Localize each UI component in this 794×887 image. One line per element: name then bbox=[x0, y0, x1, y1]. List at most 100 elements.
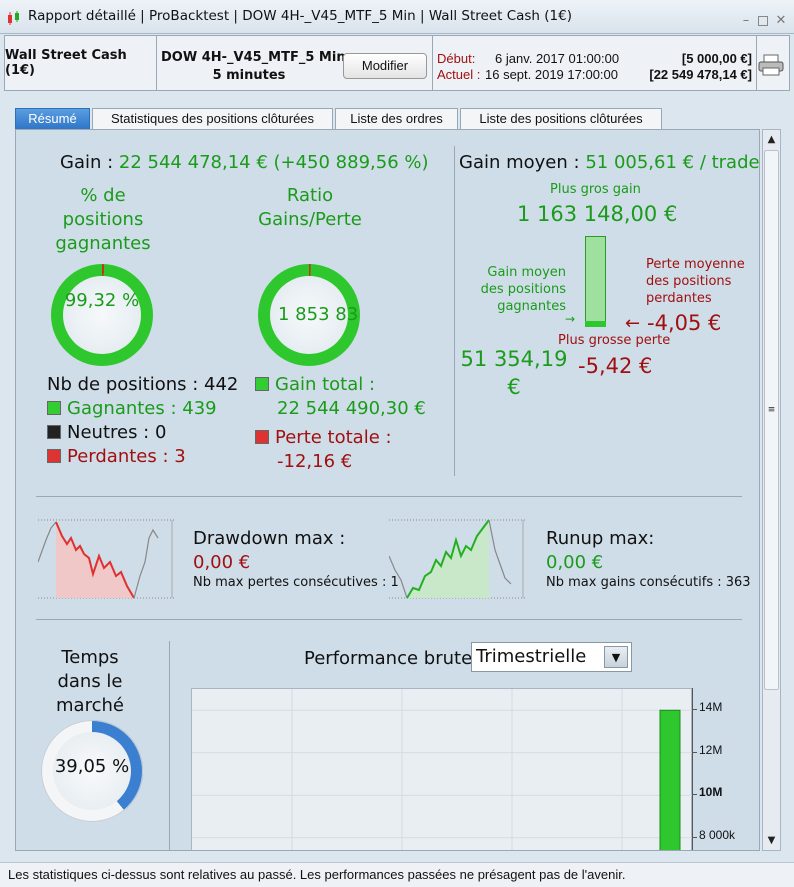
y-tick-label: 8 000k bbox=[699, 827, 736, 842]
avg-win-label: Gain moyen des positions gagnantes bbox=[480, 265, 566, 314]
y-tick-mark bbox=[692, 794, 697, 796]
biggest-gain-label: Plus gros gain bbox=[550, 182, 641, 197]
gain-line: Gain : 22 544 478,14 € (+450 889,56 %) bbox=[60, 152, 429, 173]
market-time-value: 39,05 % bbox=[54, 756, 130, 777]
market-time-title: Temps dans le marché bbox=[56, 647, 124, 716]
y-tick-mark bbox=[692, 709, 697, 711]
printer-icon[interactable] bbox=[757, 53, 785, 77]
winning-pct-title: % de positions gagnantes bbox=[55, 185, 151, 254]
y-axis-line bbox=[692, 688, 693, 850]
y-tick-label: 14M bbox=[699, 700, 723, 715]
winning-pct-gauge bbox=[51, 264, 153, 366]
modify-button[interactable]: Modifier bbox=[343, 53, 427, 79]
red-legend-icon bbox=[255, 430, 269, 444]
column-divider bbox=[454, 146, 455, 476]
avg-win-arrow: → bbox=[565, 312, 576, 326]
dropdown-arrow-icon[interactable]: ▼ bbox=[604, 646, 628, 668]
ratio-title: Ratio Gains/Perte bbox=[258, 185, 362, 230]
total-gain-value: 22 544 490,30 € bbox=[277, 398, 426, 419]
maximize-icon[interactable] bbox=[758, 16, 768, 26]
current-date: 16 sept. 2019 17:00:00 bbox=[485, 67, 619, 82]
disclaimer-footer: Les statistiques ci-dessus sont relative… bbox=[0, 862, 794, 887]
y-tick-mark bbox=[692, 836, 697, 838]
nb-positions: Nb de positions : 442 bbox=[47, 374, 239, 395]
runup-title: Runup max: bbox=[546, 528, 655, 549]
biggest-gain-value: 1 163 148,00 € bbox=[517, 202, 678, 226]
black-legend-icon bbox=[47, 425, 61, 439]
winning-count: Gagnantes : 439 bbox=[47, 398, 217, 419]
strategy-info: DOW 4H-_V45_MTF_5 Min 5 minutes Modifier bbox=[157, 36, 433, 90]
runup-value: 0,00 € bbox=[546, 552, 604, 573]
gain-label: Gain : bbox=[60, 152, 119, 173]
gain-bar bbox=[585, 236, 606, 327]
total-loss: Perte totale : bbox=[255, 427, 392, 448]
y-tick-mark bbox=[692, 751, 697, 753]
scroll-up-icon[interactable]: ▲ bbox=[764, 131, 779, 148]
losing-count-label: Perdantes : 3 bbox=[67, 446, 186, 467]
total-gain: Gain total : bbox=[255, 374, 375, 395]
avg-loss-value: -4,05 € bbox=[647, 311, 722, 335]
performance-title: Performance brute bbox=[304, 648, 473, 669]
avg-gain-value: 51 005,61 € / trade bbox=[585, 152, 760, 173]
close-icon[interactable]: ✕ bbox=[775, 14, 787, 27]
tab-summary[interactable]: Résumé bbox=[15, 108, 90, 129]
green-legend-icon bbox=[47, 401, 61, 415]
avg-gain-line: Gain moyen : 51 005,61 € / trade bbox=[459, 152, 760, 173]
performance-chart bbox=[192, 689, 693, 850]
vertical-scrollbar[interactable]: ▲ ≡ ▼ bbox=[762, 129, 781, 851]
window-title: Rapport détaillé | ProBacktest | DOW 4H-… bbox=[28, 8, 572, 24]
red-legend-icon bbox=[47, 449, 61, 463]
scroll-thumb[interactable] bbox=[764, 150, 779, 690]
current-label: Actuel : bbox=[437, 67, 481, 82]
avg-loss-arrow: ← bbox=[625, 313, 641, 334]
winning-pct-value: 99,32 % bbox=[64, 290, 140, 311]
period-select-value: Trimestrielle bbox=[476, 646, 587, 667]
drawdown-title: Drawdown max : bbox=[193, 528, 346, 549]
start-label: Début: bbox=[437, 51, 476, 66]
winning-count-label: Gagnantes : 439 bbox=[67, 398, 217, 419]
column-divider bbox=[169, 641, 170, 850]
performance-bar bbox=[659, 709, 681, 850]
y-tick-label: 12M bbox=[699, 742, 723, 757]
app-candlestick-icon bbox=[8, 11, 19, 25]
avg-gain-label: Gain moyen : bbox=[459, 152, 586, 173]
scroll-down-icon[interactable]: ▼ bbox=[764, 832, 779, 849]
drawdown-value: 0,00 € bbox=[193, 552, 251, 573]
section-divider bbox=[36, 496, 742, 497]
tab-closed-positions[interactable]: Liste des positions clôturées bbox=[460, 108, 662, 129]
tab-closed-stats[interactable]: Statistiques des positions clôturées bbox=[92, 108, 333, 129]
performance-chart-area bbox=[191, 688, 693, 850]
instrument-name: Wall Street Cash (1€) bbox=[5, 36, 157, 90]
report-header: Wall Street Cash (1€) DOW 4H-_V45_MTF_5 … bbox=[4, 35, 790, 91]
ratio-value: 1 853 83 bbox=[278, 304, 359, 325]
drawdown-chart bbox=[38, 519, 176, 599]
timeframe: 5 minutes bbox=[212, 68, 286, 83]
runup-chart bbox=[389, 519, 527, 599]
minimize-icon[interactable]: – bbox=[740, 14, 752, 27]
green-legend-icon bbox=[255, 377, 269, 391]
tab-orders[interactable]: Liste des ordres bbox=[335, 108, 458, 129]
losing-count: Perdantes : 3 bbox=[47, 446, 186, 467]
start-date: 6 janv. 2017 01:00:00 bbox=[495, 51, 620, 66]
title-bar: Rapport détaillé | ProBacktest | DOW 4H-… bbox=[0, 0, 794, 34]
neutral-count-label: Neutres : 0 bbox=[67, 422, 167, 443]
avg-gain-marker bbox=[585, 321, 606, 327]
drawdown-consec: Nb max pertes consécutives : 1 bbox=[193, 575, 399, 590]
runup-consec: Nb max gains consécutifs : 363 bbox=[546, 575, 751, 590]
total-loss-value: -12,16 € bbox=[277, 451, 353, 472]
total-gain-label: Gain total : bbox=[275, 374, 376, 395]
neutral-count: Neutres : 0 bbox=[47, 422, 166, 443]
summary-panel: Gain : 22 544 478,14 € (+450 889,56 %) %… bbox=[15, 129, 760, 851]
current-amount: [22 549 478,14 €] bbox=[649, 67, 752, 82]
biggest-loss-label: Plus grosse perte bbox=[558, 333, 671, 348]
period-select[interactable]: Trimestrielle ▼ bbox=[471, 642, 632, 672]
gain-value: 22 544 478,14 € (+450 889,56 %) bbox=[118, 152, 429, 173]
strategy-name: DOW 4H-_V45_MTF_5 Min bbox=[161, 50, 346, 65]
date-range: Début: 6 janv. 2017 01:00:00 [5 000,00 €… bbox=[433, 36, 757, 90]
biggest-loss-value: -5,42 € bbox=[578, 354, 653, 378]
scroll-grip-icon: ≡ bbox=[767, 405, 776, 415]
y-tick-label: 10M bbox=[699, 785, 723, 800]
avg-win-value: 51 354,19 € bbox=[460, 347, 568, 399]
total-loss-label: Perte totale : bbox=[275, 427, 392, 448]
avg-loss-label: Perte moyenne des positions perdantes bbox=[646, 257, 745, 306]
